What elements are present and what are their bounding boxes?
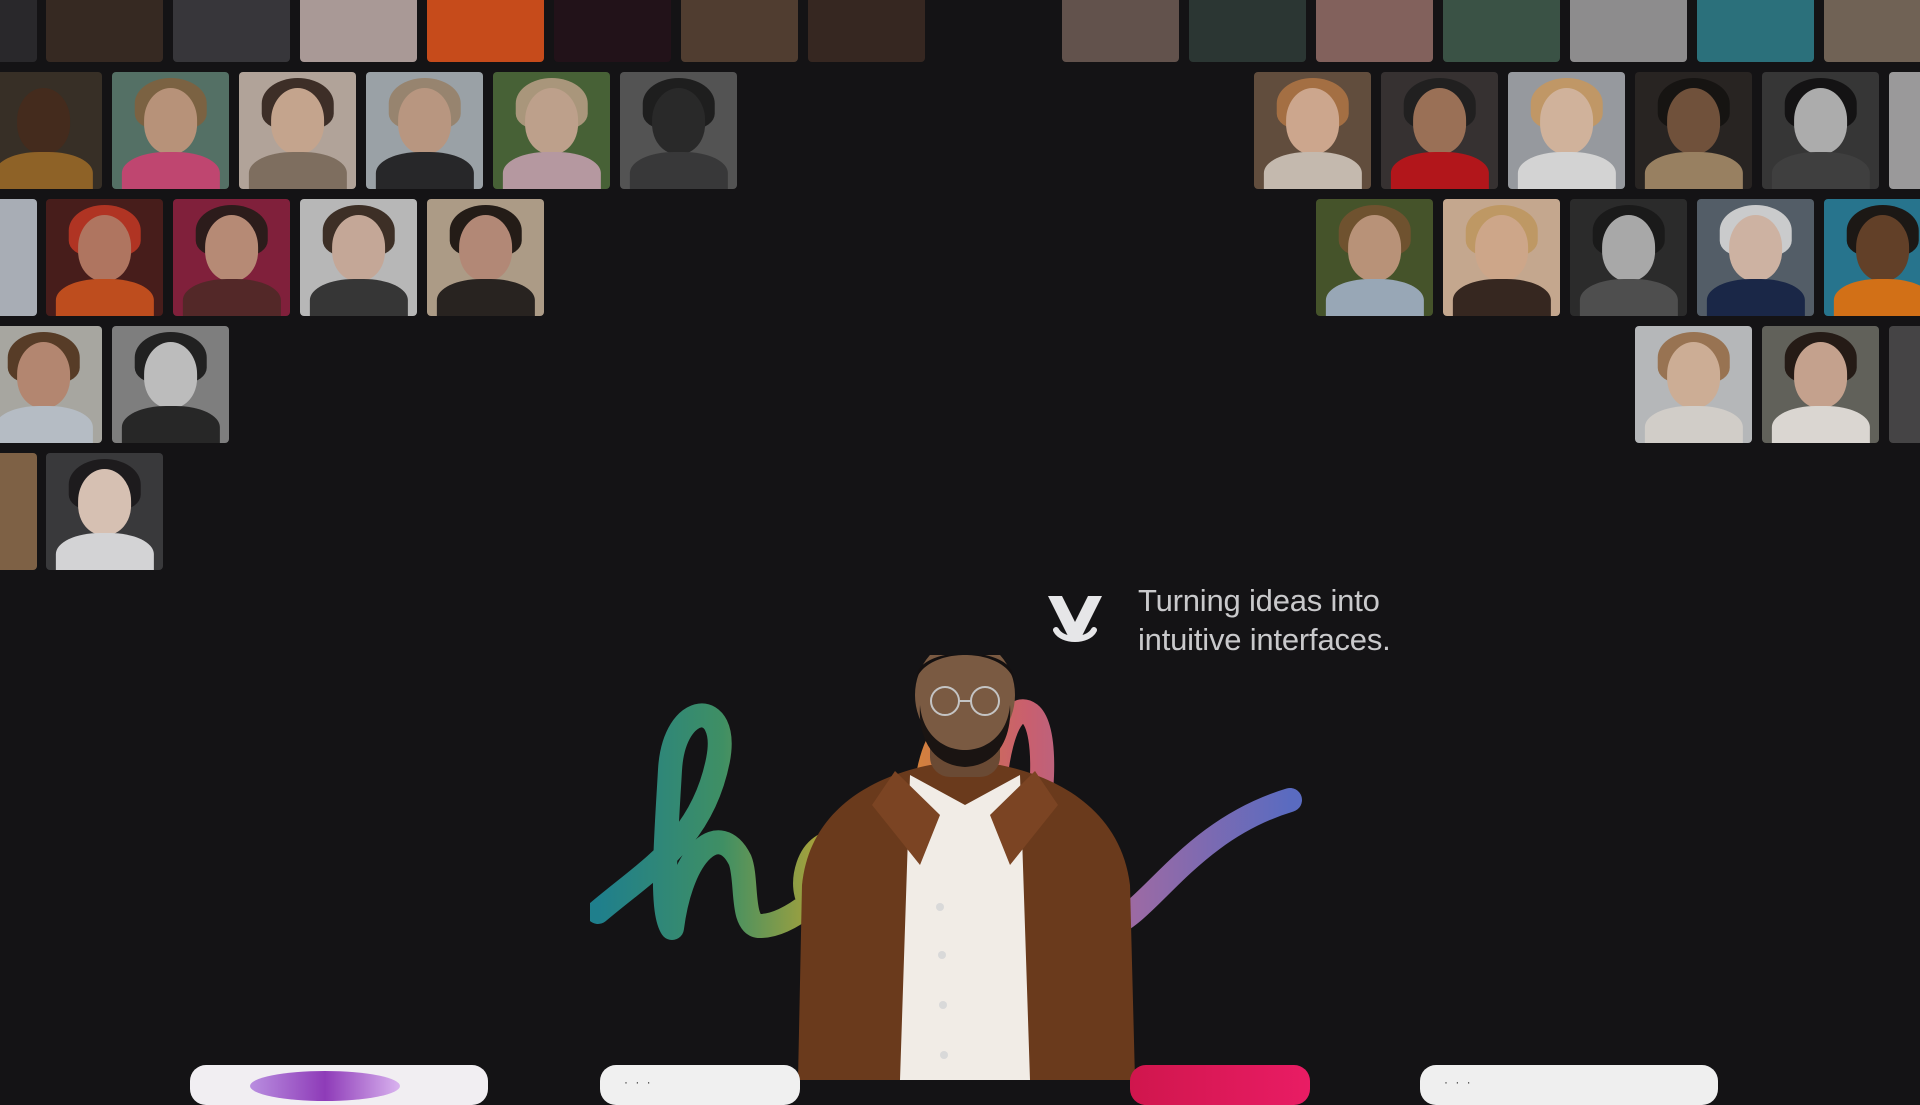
project-card-purple[interactable] bbox=[190, 1065, 488, 1105]
portrait-tile bbox=[427, 199, 544, 316]
portrait-tile bbox=[1697, 199, 1814, 316]
portrait-tile bbox=[112, 326, 229, 443]
portrait-tile bbox=[173, 0, 290, 62]
portrait-tile bbox=[300, 0, 417, 62]
project-card-grey[interactable]: · · · bbox=[1420, 1065, 1718, 1105]
tagline-line-1: Turning ideas into bbox=[1138, 583, 1380, 618]
portrait-tile bbox=[1316, 0, 1433, 62]
portrait-tile bbox=[1824, 0, 1920, 62]
portrait-tile bbox=[0, 0, 37, 62]
portrait-tile bbox=[1508, 72, 1625, 189]
portrait-tile bbox=[681, 0, 798, 62]
tagline-line-2: intuitive interfaces. bbox=[1138, 622, 1391, 657]
portrait-tile bbox=[300, 199, 417, 316]
portrait-tile bbox=[1635, 326, 1752, 443]
card-blob bbox=[250, 1071, 400, 1101]
portrait-tile bbox=[0, 72, 102, 189]
portrait-tile bbox=[1889, 326, 1920, 443]
project-card-light[interactable]: · · · bbox=[600, 1065, 800, 1105]
portrait-tile bbox=[1635, 72, 1752, 189]
portrait-tile bbox=[1254, 72, 1371, 189]
portrait-tile bbox=[0, 199, 37, 316]
portrait-tile bbox=[427, 0, 544, 62]
portrait-tile bbox=[1189, 0, 1306, 62]
portrait-tile bbox=[1889, 72, 1920, 189]
card-dots: · · · bbox=[1444, 1075, 1473, 1089]
portrait-tile bbox=[808, 0, 925, 62]
portrait-tile bbox=[1570, 0, 1687, 62]
portrait-tile bbox=[493, 72, 610, 189]
project-card-pink[interactable] bbox=[1130, 1065, 1310, 1105]
portrait-tile bbox=[1570, 199, 1687, 316]
portrait-tile bbox=[239, 72, 356, 189]
portrait-tile bbox=[0, 326, 102, 443]
portrait-tile bbox=[46, 453, 163, 570]
portrait-tile bbox=[1381, 72, 1498, 189]
portrait-tile bbox=[46, 0, 163, 62]
v-monogram-logo bbox=[1048, 596, 1102, 642]
portrait-tile bbox=[554, 0, 671, 62]
portrait-tile bbox=[1062, 0, 1179, 62]
portrait-tile bbox=[1824, 199, 1920, 316]
hero-tagline: Turning ideas into intuitive interfaces. bbox=[1138, 581, 1478, 659]
portrait-tile bbox=[366, 72, 483, 189]
portrait-tile bbox=[0, 453, 37, 570]
portrait-tile bbox=[46, 199, 163, 316]
portrait-tile bbox=[1762, 72, 1879, 189]
portrait-tile bbox=[1697, 0, 1814, 62]
portrait-tile bbox=[112, 72, 229, 189]
portrait-tile bbox=[1316, 199, 1433, 316]
portrait-tile bbox=[1762, 326, 1879, 443]
portrait-person bbox=[798, 655, 1135, 1080]
portrait-tile bbox=[620, 72, 737, 189]
portrait-tile bbox=[173, 199, 290, 316]
card-dots: · · · bbox=[624, 1075, 653, 1089]
portrait-tile bbox=[1443, 199, 1560, 316]
portrait-tile bbox=[1443, 0, 1560, 62]
